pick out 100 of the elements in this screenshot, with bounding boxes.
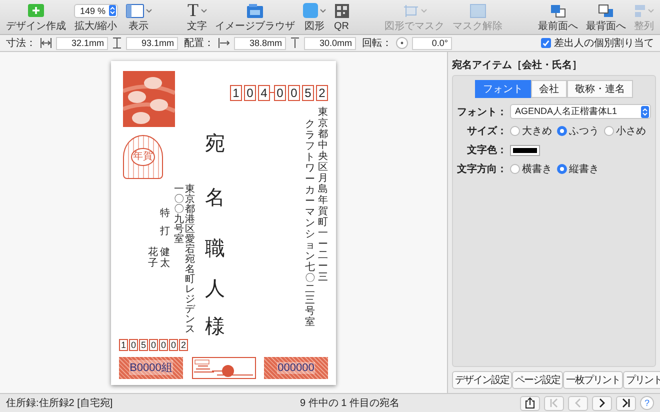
sender-family-name: 特打 xyxy=(160,206,170,238)
postal-code-digit: 0 xyxy=(169,338,178,350)
postal-code-digit: 0 xyxy=(288,84,300,100)
bring-to-front-icon[interactable] xyxy=(550,4,566,18)
postal-code-digit: 1 xyxy=(230,84,242,100)
postal-code-digit: 5 xyxy=(139,338,148,350)
text-tool-icon[interactable]: T xyxy=(188,2,199,19)
radio-button[interactable] xyxy=(604,126,614,136)
image-icon[interactable] xyxy=(247,4,264,18)
postal-code-digit: 0 xyxy=(244,84,256,100)
radio-button[interactable] xyxy=(510,126,520,136)
recipient-family-name: 宛名 xyxy=(205,132,225,210)
caret-icon[interactable] xyxy=(200,8,207,12)
field-label: サイズ： xyxy=(466,124,507,138)
postal-code-digit: 0 xyxy=(159,338,168,350)
postal-code-digit: 2 xyxy=(179,338,188,350)
plus-icon[interactable] xyxy=(28,4,44,17)
last-icon[interactable] xyxy=(621,398,631,408)
zoom-stepper[interactable]: 149 % xyxy=(74,4,118,18)
radio-button[interactable] xyxy=(557,164,567,174)
radio-option[interactable]: 縦書き xyxy=(557,162,599,176)
toolbar-label[interactable]: 表示 xyxy=(128,21,149,32)
field-label: フォント： xyxy=(457,106,507,118)
checkbox-box[interactable] xyxy=(541,38,551,48)
caret-icon[interactable] xyxy=(146,8,152,12)
window-icon[interactable] xyxy=(126,4,144,18)
color-well[interactable] xyxy=(510,144,540,156)
lottery-number-text: 000000 xyxy=(276,362,316,374)
radio-label[interactable]: 小さめ xyxy=(616,124,646,138)
toolbar-label[interactable]: 最背面へ xyxy=(586,21,626,32)
field-label: 回転： xyxy=(362,37,392,50)
postal-code-digit: 0 xyxy=(129,338,138,350)
toolbar-label[interactable]: 最前面へ xyxy=(538,21,578,32)
postal-code-digit: 0 xyxy=(274,84,286,100)
radio-label[interactable]: ふつう xyxy=(569,124,599,138)
postal-code-digit: 4 xyxy=(258,84,270,100)
width-icon xyxy=(40,38,52,48)
caret-icon[interactable] xyxy=(320,8,326,12)
help-button[interactable]: ? xyxy=(640,396,654,410)
rotation-knob-icon[interactable] xyxy=(396,37,408,49)
honorific: 様 xyxy=(205,314,225,340)
number-field[interactable]: 30.0mm xyxy=(304,36,356,50)
panel-button[interactable]: ページ設定 xyxy=(512,371,563,389)
radio-option[interactable]: ふつう xyxy=(557,124,599,138)
sender-address-line: 一〇〇九号室 xyxy=(174,184,184,244)
radio-label[interactable]: 大きめ xyxy=(522,124,552,138)
next-icon[interactable] xyxy=(597,398,607,408)
sunrise-drawing xyxy=(192,356,256,378)
navigation-button[interactable] xyxy=(592,396,612,410)
number-field[interactable]: 32.1mm xyxy=(56,36,108,50)
number-field[interactable]: 93.1mm xyxy=(126,36,178,50)
field-label: 寸法： xyxy=(6,36,36,50)
radio-button[interactable] xyxy=(510,164,520,174)
qr-code-icon[interactable] xyxy=(334,4,349,18)
postal-code-digit: 2 xyxy=(316,84,328,100)
radio-label[interactable]: 横書き xyxy=(522,162,552,176)
tab[interactable]: 会社 xyxy=(531,80,567,98)
number-field[interactable]: 0.0° xyxy=(412,36,452,50)
radio-label[interactable]: 縦書き xyxy=(569,162,599,176)
vertical-offset-icon xyxy=(290,37,300,49)
recipient-address-line: クラフトワーカーマンション七〇二三号室 xyxy=(305,118,315,330)
radio-option[interactable]: 小さめ xyxy=(604,124,646,138)
toolbar-label[interactable]: デザイン作成 xyxy=(6,21,66,32)
postal-code-digit: 0 xyxy=(149,338,158,350)
new-year-mark-text: 年賀 xyxy=(131,148,155,166)
tab[interactable]: フォント xyxy=(475,80,531,98)
stepper-icon[interactable] xyxy=(641,106,649,118)
share-button[interactable] xyxy=(520,396,540,410)
font-dropdown[interactable]: AGENDA人名正楷書体L1 xyxy=(510,104,651,119)
number-field[interactable]: 38.8mm xyxy=(234,36,286,50)
panel-button[interactable]: プリント xyxy=(623,371,660,389)
sender-given-name: 花子 xyxy=(148,246,158,268)
send-to-back-icon[interactable] xyxy=(598,4,614,18)
stepper-icon[interactable] xyxy=(108,5,116,16)
lottery-group-text: B0000組 xyxy=(128,360,174,375)
address-book-label: 住所録:住所録2 [自宅宛] xyxy=(6,396,113,410)
square-shape-icon[interactable] xyxy=(303,3,318,18)
sender-address-line: 東京都港区愛宕宛名町レジデンス xyxy=(185,184,195,334)
tab[interactable]: 敬称・連名 xyxy=(567,80,633,98)
toolbar-label[interactable]: イメージブラウザ xyxy=(215,21,296,32)
radio-option[interactable]: 大きめ xyxy=(510,124,552,138)
share-icon[interactable] xyxy=(525,397,535,409)
radio-option[interactable]: 横書き xyxy=(510,162,552,176)
toolbar-label[interactable]: 図形 xyxy=(304,21,325,32)
panel-button[interactable]: デザイン設定 xyxy=(452,371,512,389)
recipient-address-line: 東京都中央区月島年賀町一ー二ー三 xyxy=(318,106,328,284)
field-label: 配置： xyxy=(184,36,214,50)
panel-button[interactable]: 一枚プリント xyxy=(563,371,623,389)
panel-title: 宛名アイテム［会社・氏名］ xyxy=(452,58,583,72)
postal-code-digit: 1 xyxy=(119,338,128,350)
field-label: 文字色： xyxy=(466,143,507,157)
navigation-button[interactable] xyxy=(616,396,636,410)
radio-button[interactable] xyxy=(557,126,567,136)
recipient-given-name: 職人 xyxy=(205,236,225,302)
toolbar-label[interactable]: 文字 xyxy=(187,21,208,32)
record-position-text: 9 件中の 1 件目の宛名 xyxy=(300,396,400,410)
sender-given-name: 健太 xyxy=(160,246,170,268)
toolbar-label[interactable]: 拡大/縮小 xyxy=(74,21,118,32)
horizontal-offset-icon xyxy=(218,38,230,48)
toolbar-label[interactable]: QR xyxy=(334,21,350,32)
